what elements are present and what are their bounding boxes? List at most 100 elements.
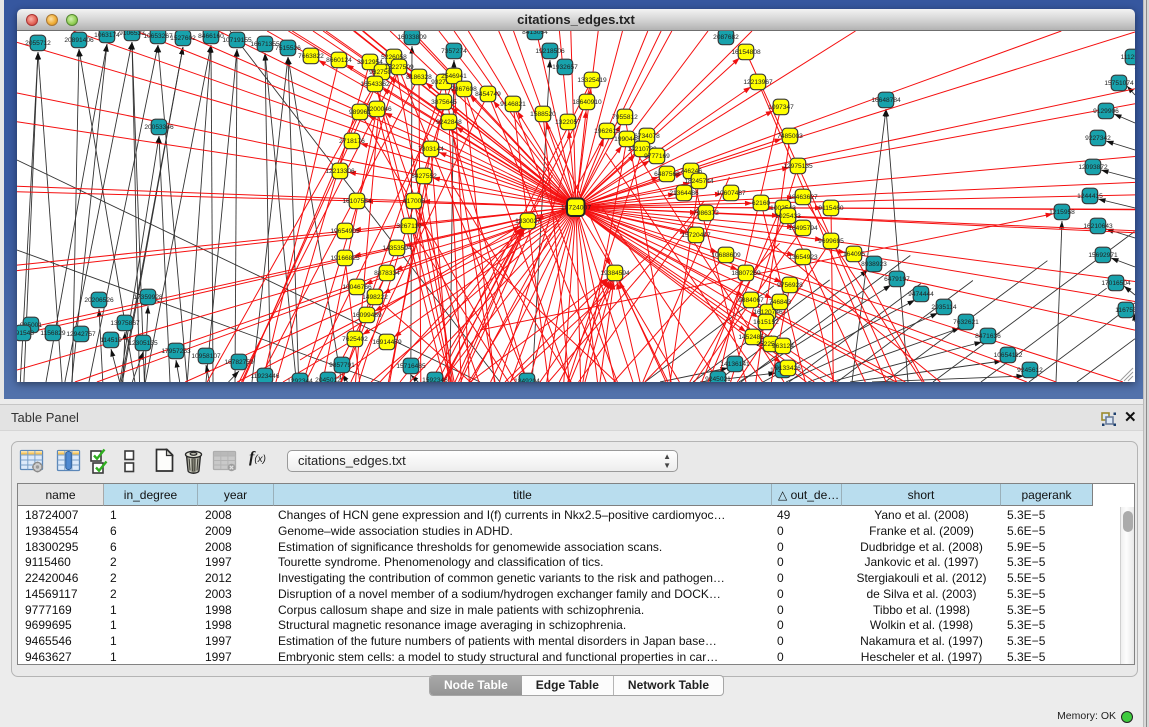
svg-text:8471636: 8471636: [975, 333, 1001, 340]
svg-text:12213306: 12213306: [325, 168, 355, 175]
svg-text:10654112: 10654112: [994, 352, 1023, 359]
svg-text:963124: 963124: [772, 343, 794, 350]
svg-text:15716485: 15716485: [396, 363, 426, 370]
svg-text:2045012: 2045012: [315, 377, 341, 382]
svg-text:2935114: 2935114: [931, 304, 957, 311]
svg-text:17957253: 17957253: [161, 348, 191, 355]
svg-text:746843: 746843: [769, 299, 791, 306]
svg-text:1527602: 1527602: [170, 35, 196, 42]
svg-text:16782759: 16782759: [224, 359, 254, 366]
svg-text:13654923: 13654923: [788, 254, 818, 261]
svg-text:1962615: 1962615: [594, 128, 620, 135]
svg-text:8878334: 8878334: [374, 270, 400, 277]
svg-text:7515526: 7515526: [275, 45, 301, 52]
svg-text:7955812: 7955812: [612, 114, 638, 121]
svg-text:1063174: 1063174: [94, 32, 120, 39]
svg-text:8466160: 8466160: [198, 33, 224, 40]
svg-text:8938923: 8938923: [861, 261, 887, 268]
svg-text:1215958: 1215958: [1049, 209, 1075, 216]
svg-text:16914479: 16914479: [372, 339, 402, 346]
svg-text:19166825: 19166825: [330, 255, 360, 262]
svg-text:9115460: 9115460: [818, 205, 844, 212]
svg-text:7485003: 7485003: [777, 133, 803, 140]
svg-text:9146821: 9146821: [500, 101, 526, 108]
svg-text:20891406: 20891406: [64, 37, 94, 44]
svg-text:19218506: 19218506: [535, 48, 565, 55]
svg-text:14353594: 14353594: [382, 245, 412, 252]
svg-text:18807269: 18807269: [731, 270, 761, 277]
svg-text:16033809: 16033809: [397, 34, 427, 41]
svg-text:10688609: 10688609: [711, 252, 741, 259]
svg-text:7663822: 7663822: [298, 53, 324, 60]
svg-text:10653267: 10653267: [143, 33, 173, 40]
svg-text:9245021: 9245021: [705, 376, 731, 382]
svg-text:17016504: 17016504: [1101, 280, 1131, 287]
svg-text:17359928: 17359928: [133, 294, 163, 301]
svg-text:16210643: 16210643: [1083, 223, 1113, 230]
svg-text:1588520: 1588520: [530, 111, 556, 118]
svg-text:8660124: 8660124: [326, 57, 352, 64]
svg-text:2718176: 2718176: [339, 138, 365, 145]
svg-text:9245612: 9245612: [1017, 367, 1043, 374]
svg-text:9699695: 9699695: [818, 238, 844, 245]
svg-text:16543362: 16543362: [360, 81, 390, 88]
svg-text:1156829: 1156829: [40, 330, 66, 337]
svg-text:8427552: 8427552: [411, 173, 437, 180]
svg-text:1244415: 1244415: [1077, 193, 1103, 200]
svg-text:12942757: 12942757: [66, 331, 96, 338]
svg-text:2867608: 2867608: [451, 86, 477, 93]
svg-text:1592346: 1592346: [422, 377, 448, 382]
svg-text:1112543: 1112543: [1121, 54, 1135, 61]
svg-text:2546941: 2546941: [441, 73, 467, 80]
svg-text:7632621: 7632621: [953, 319, 979, 326]
svg-text:12975135: 12975135: [783, 163, 813, 170]
svg-text:3267110: 3267110: [396, 223, 422, 230]
svg-text:1097347: 1097347: [768, 104, 794, 111]
svg-text:15751074: 15751074: [1104, 80, 1134, 87]
svg-text:19384594: 19384594: [600, 270, 630, 277]
svg-text:8413054: 8413054: [522, 31, 548, 36]
svg-text:9756928: 9756928: [777, 282, 803, 289]
svg-text:7803144: 7803144: [418, 146, 444, 153]
svg-text:1322057: 1322057: [555, 119, 581, 126]
svg-text:1025433: 1025433: [775, 213, 801, 220]
svg-text:9242848: 9242848: [436, 119, 462, 126]
svg-text:9129906: 9129906: [1093, 108, 1119, 115]
svg-text:16154808: 16154808: [731, 49, 761, 56]
svg-text:9133426: 9133426: [775, 365, 801, 372]
svg-text:21364486: 21364486: [669, 190, 699, 197]
svg-text:164095: 164095: [843, 251, 865, 258]
svg-text:8454749: 8454749: [475, 91, 501, 98]
svg-text:989961: 989961: [349, 109, 371, 116]
svg-text:19654905: 19654905: [330, 228, 360, 235]
svg-text:6734078: 6734078: [634, 133, 660, 140]
svg-text:7357274: 7357274: [441, 48, 467, 55]
svg-text:9227342: 9227342: [1085, 135, 1111, 142]
svg-text:11923446: 11923446: [251, 373, 280, 380]
svg-text:2087682: 2087682: [713, 34, 739, 41]
svg-text:9857791: 9857791: [329, 362, 355, 369]
svg-text:9474444: 9474444: [908, 291, 934, 298]
svg-text:20053346: 20053346: [144, 124, 174, 131]
svg-text:12093872: 12093872: [1078, 164, 1108, 171]
svg-text:15692971: 15692971: [1088, 252, 1118, 259]
svg-text:10958107: 10958107: [191, 353, 221, 360]
svg-text:12213967: 12213967: [743, 79, 773, 86]
svg-text:114519: 114519: [100, 337, 122, 344]
svg-text:18495794: 18495794: [788, 225, 818, 232]
svg-text:18245744: 18245744: [684, 178, 714, 185]
svg-text:3875645: 3875645: [431, 99, 457, 106]
svg-text:6479197: 6479197: [884, 276, 910, 283]
svg-text:116753: 116753: [1115, 307, 1135, 314]
svg-text:15720407: 15720407: [681, 232, 711, 239]
svg-text:9106533: 9106533: [119, 31, 145, 37]
svg-text:12305135: 12305135: [128, 340, 158, 347]
svg-text:16107554: 16107554: [342, 198, 372, 205]
svg-text:13975867: 13975867: [110, 320, 140, 327]
svg-text:13227509: 13227509: [384, 64, 414, 71]
svg-text:9777169: 9777169: [644, 153, 670, 160]
svg-text:16648784: 16648784: [871, 97, 901, 104]
svg-text:1498222: 1498222: [362, 294, 388, 301]
svg-text:1330027: 1330027: [515, 218, 541, 225]
svg-text:18724007: 18724007: [561, 205, 591, 212]
